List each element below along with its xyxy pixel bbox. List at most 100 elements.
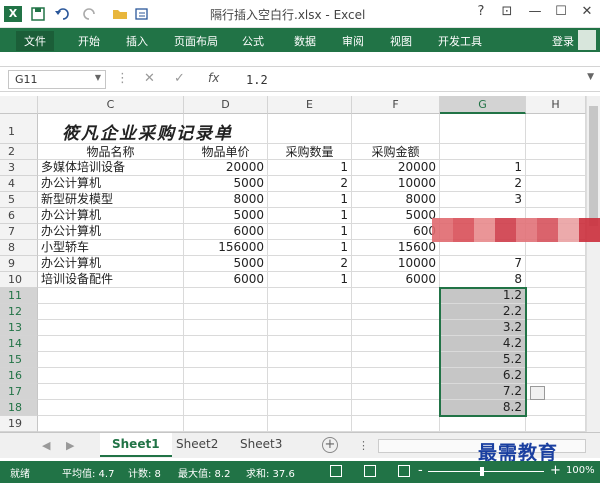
- data-cell[interactable]: 新型研发模型: [38, 192, 184, 208]
- cell[interactable]: [268, 416, 352, 432]
- cell[interactable]: [38, 336, 184, 352]
- row-header[interactable]: 3: [0, 160, 38, 176]
- row-header[interactable]: 6: [0, 208, 38, 224]
- cell[interactable]: [440, 114, 526, 144]
- header-cell[interactable]: 采购金额: [352, 144, 440, 160]
- tab-view[interactable]: 视图: [382, 31, 420, 51]
- cell[interactable]: [352, 288, 440, 304]
- header-cell[interactable]: 采购数量: [268, 144, 352, 160]
- avatar[interactable]: [578, 30, 596, 50]
- data-cell[interactable]: 办公计算机: [38, 176, 184, 192]
- cell[interactable]: [526, 336, 586, 352]
- cell[interactable]: [184, 384, 268, 400]
- cell[interactable]: [184, 352, 268, 368]
- data-cell[interactable]: 5000: [352, 208, 440, 224]
- data-cell[interactable]: 培训设备配件: [38, 272, 184, 288]
- add-sheet-button[interactable]: +: [322, 437, 338, 453]
- vertical-scrollbar[interactable]: [586, 96, 600, 432]
- cell[interactable]: [526, 288, 586, 304]
- row-header[interactable]: 1: [0, 114, 38, 144]
- index-cell[interactable]: 8: [440, 272, 526, 288]
- cell[interactable]: [268, 320, 352, 336]
- cell[interactable]: [38, 304, 184, 320]
- print-preview-icon[interactable]: [134, 6, 150, 22]
- data-cell[interactable]: 1: [268, 192, 352, 208]
- cell[interactable]: [526, 144, 586, 160]
- cell[interactable]: [268, 352, 352, 368]
- cell[interactable]: [38, 288, 184, 304]
- cell[interactable]: [352, 400, 440, 416]
- name-box[interactable]: G11 ▼: [8, 70, 106, 89]
- sheet-title[interactable]: 筱凡企业采购记录单: [62, 119, 233, 144]
- row-header[interactable]: 7: [0, 224, 38, 240]
- row-header[interactable]: 11: [0, 288, 38, 304]
- data-cell[interactable]: 1: [268, 240, 352, 256]
- selected-cell[interactable]: 2.2: [440, 304, 526, 320]
- row-header[interactable]: 4: [0, 176, 38, 192]
- cell[interactable]: [38, 368, 184, 384]
- index-cell[interactable]: 7: [440, 256, 526, 272]
- folder-icon[interactable]: [112, 6, 128, 22]
- cell[interactable]: [526, 320, 586, 336]
- index-cell[interactable]: [440, 240, 526, 256]
- data-cell[interactable]: 1: [268, 208, 352, 224]
- ribbon-display-button[interactable]: ⊡: [496, 4, 518, 19]
- header-cell[interactable]: 物品名称: [38, 144, 184, 160]
- row-header[interactable]: 17: [0, 384, 38, 400]
- select-all-button[interactable]: [0, 96, 38, 114]
- cell[interactable]: [38, 416, 184, 432]
- tab-formulas[interactable]: 公式: [234, 31, 272, 51]
- cell[interactable]: [184, 336, 268, 352]
- data-cell[interactable]: 办公计算机: [38, 256, 184, 272]
- data-cell[interactable]: 2: [268, 256, 352, 272]
- zoom-level[interactable]: 100%: [566, 465, 595, 476]
- cell[interactable]: [352, 336, 440, 352]
- cell[interactable]: [526, 240, 586, 256]
- cell[interactable]: [184, 320, 268, 336]
- undo-icon[interactable]: [54, 6, 70, 22]
- index-cell[interactable]: 3: [440, 192, 526, 208]
- cell[interactable]: [268, 368, 352, 384]
- cell[interactable]: [38, 320, 184, 336]
- tab-page-layout[interactable]: 页面布局: [166, 31, 226, 51]
- cell[interactable]: [184, 400, 268, 416]
- row-header[interactable]: 9: [0, 256, 38, 272]
- cell[interactable]: [184, 368, 268, 384]
- header-cell[interactable]: 物品单价: [184, 144, 268, 160]
- cell[interactable]: [184, 304, 268, 320]
- row-header[interactable]: 10: [0, 272, 38, 288]
- cell[interactable]: [526, 416, 586, 432]
- row-header[interactable]: 13: [0, 320, 38, 336]
- cell[interactable]: [268, 384, 352, 400]
- row-header[interactable]: 2: [0, 144, 38, 160]
- column-header[interactable]: F: [352, 96, 440, 114]
- expand-formula-bar-icon[interactable]: ▼: [587, 72, 594, 82]
- worksheet-grid[interactable]: C D E F G H 1 2 3 4 5 6 7 8 9 10 11 12 13 14 15 16 17 18 19 物品名称物…: [0, 96, 586, 432]
- cell[interactable]: [526, 272, 586, 288]
- tab-data[interactable]: 数据: [286, 31, 324, 51]
- cell[interactable]: [352, 368, 440, 384]
- cell[interactable]: [526, 192, 586, 208]
- data-cell[interactable]: 2: [268, 176, 352, 192]
- selected-cell[interactable]: 3.2: [440, 320, 526, 336]
- index-cell[interactable]: 2: [440, 176, 526, 192]
- tab-review[interactable]: 审阅: [334, 31, 372, 51]
- cell[interactable]: [184, 416, 268, 432]
- cell[interactable]: [526, 400, 586, 416]
- row-header[interactable]: 5: [0, 192, 38, 208]
- minimize-button[interactable]: —: [524, 4, 546, 19]
- sheet-tab-3[interactable]: Sheet3: [228, 433, 294, 457]
- cell[interactable]: [526, 114, 586, 144]
- cell[interactable]: [352, 114, 440, 144]
- autofill-options-icon[interactable]: [530, 386, 545, 400]
- row-header[interactable]: 19: [0, 416, 38, 432]
- data-cell[interactable]: 8000: [352, 192, 440, 208]
- cell[interactable]: [526, 160, 586, 176]
- cell[interactable]: [268, 336, 352, 352]
- cell[interactable]: [352, 416, 440, 432]
- column-header[interactable]: H: [526, 96, 586, 114]
- normal-view-icon[interactable]: [330, 465, 342, 477]
- cancel-icon[interactable]: ✕: [144, 71, 155, 86]
- cell[interactable]: [440, 416, 526, 432]
- formula-input[interactable]: 1.2: [246, 73, 268, 87]
